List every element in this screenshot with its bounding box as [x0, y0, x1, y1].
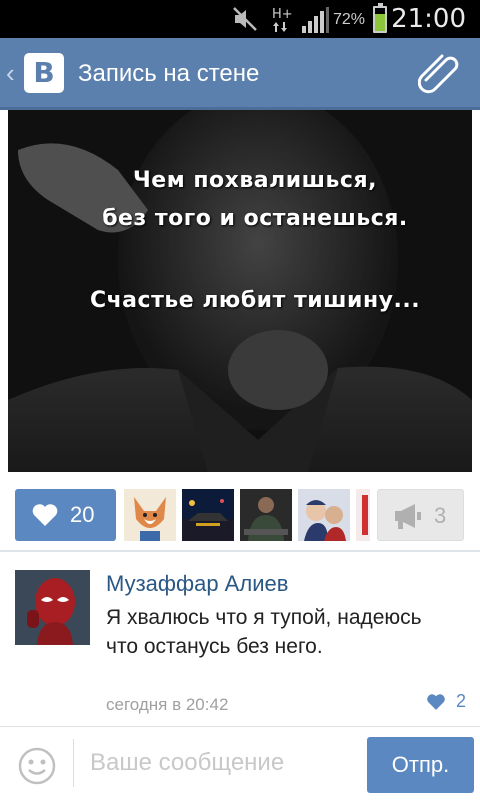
liker-avatar-fox[interactable]	[124, 489, 176, 541]
signal-icon	[302, 7, 329, 33]
paperclip-icon[interactable]	[418, 54, 462, 94]
liker-avatar-man[interactable]	[240, 489, 292, 541]
avatar[interactable]	[15, 570, 90, 645]
svg-text:H+: H+	[272, 7, 292, 22]
battery-percent: 72%	[333, 11, 366, 28]
repost-button[interactable]: 3	[377, 489, 464, 541]
comment-like-count: 2	[455, 691, 466, 711]
post-image[interactable]: Чем похвалишься, без того и останешься. …	[8, 110, 472, 472]
quote-line-3: Счастье любит тишину...	[89, 288, 421, 313]
send-button[interactable]: Отпр.	[367, 737, 474, 793]
liker-avatar-partial[interactable]	[356, 489, 370, 541]
app-header: ‹ B Запись на стене	[0, 38, 480, 110]
heart-icon	[32, 504, 58, 526]
heart-icon	[427, 694, 445, 710]
message-composer: Отпр.	[0, 726, 480, 800]
post-actions: 20 3	[0, 480, 480, 550]
liker-avatar-car[interactable]	[182, 489, 234, 541]
divider	[0, 550, 480, 552]
like-count: 20	[70, 502, 95, 527]
mute-icon	[233, 7, 257, 31]
status-bar: H+ 72% 21:00	[0, 0, 480, 38]
clock: 21:00	[391, 4, 466, 34]
comment-like-button[interactable]: 2	[426, 691, 466, 715]
like-button[interactable]: 20	[15, 489, 116, 541]
page-title: Запись на стене	[78, 60, 260, 87]
repost-count: 3	[434, 503, 447, 528]
megaphone-icon	[395, 504, 421, 529]
vk-logo-icon[interactable]: B	[24, 53, 64, 93]
battery-icon	[373, 3, 387, 33]
divider	[73, 739, 74, 787]
message-input[interactable]	[90, 741, 350, 785]
comment-item: Музаффар Алиев Я хвалюсь что я тупой, на…	[0, 555, 480, 725]
quote-line-1: Чем похвалишься,	[133, 168, 377, 193]
quote-line-2: без того и останешься.	[102, 206, 408, 231]
comment-timestamp: сегодня в 20:42	[106, 695, 229, 714]
smile-icon[interactable]	[18, 747, 56, 785]
back-chevron-icon[interactable]: ‹	[6, 58, 15, 89]
network-h-plus-icon: H+	[272, 7, 292, 32]
comment-text: Я хвалюсь что я тупой, надеюсь что остан…	[106, 606, 422, 658]
comment-author[interactable]: Музаффар Алиев	[106, 571, 288, 597]
liker-avatar-child[interactable]	[298, 489, 350, 541]
